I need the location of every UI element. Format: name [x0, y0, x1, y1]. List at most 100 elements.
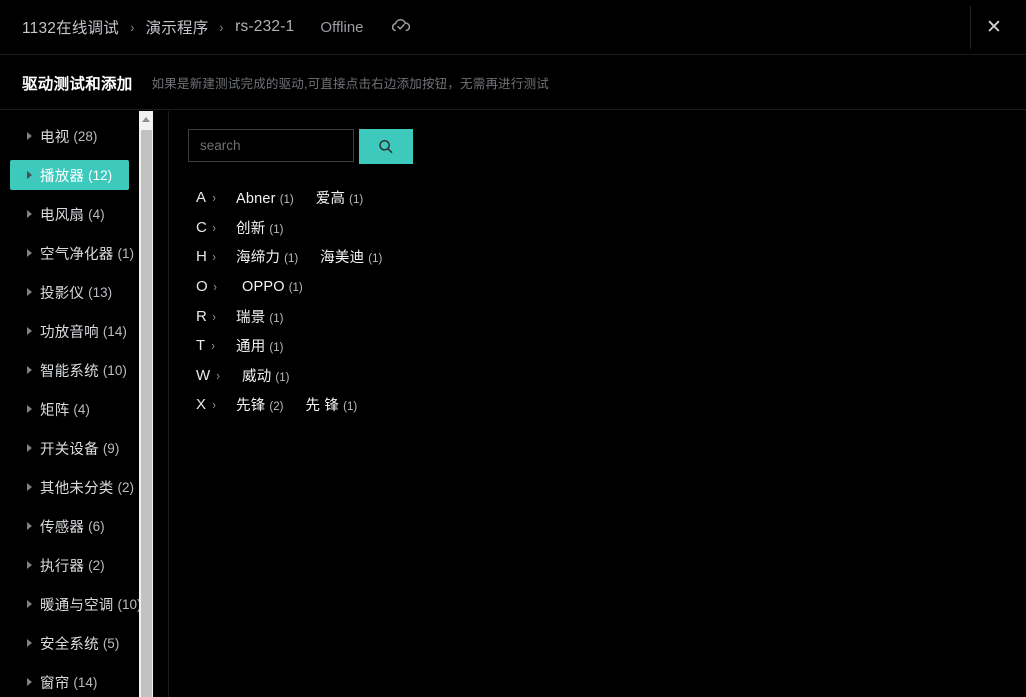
brand-letter-toggle[interactable]: A ›	[196, 189, 236, 206]
brand-panel: A›Abner(1)爱高(1)C›创新(1)H›海缔力(1)海美迪(1)O›OP…	[169, 111, 1026, 697]
sidebar-item-label: 播放器	[40, 168, 85, 185]
sidebar-item-6[interactable]: 智能系统 (10)	[10, 355, 129, 385]
brand-letter-toggle[interactable]: H ›	[196, 248, 236, 265]
section-header: 驱动测试和添加 如果是新建测试完成的驱动,可直接点击右边添加按钮，无需再进行测试	[0, 56, 1026, 110]
expand-triangle-icon	[27, 483, 32, 491]
chevron-right-icon: ›	[213, 279, 218, 295]
brand-count: (1)	[269, 342, 284, 355]
brand-name: 通用	[236, 339, 266, 356]
brand-letter: O	[196, 278, 209, 296]
brand-group-row: R › 瑞景 (1)	[169, 301, 1026, 331]
sidebar-item-label: 功放音响	[40, 324, 99, 341]
sidebar-item-0[interactable]: 电视 (28)	[10, 121, 129, 151]
expand-triangle-icon	[27, 522, 32, 530]
sidebar-item-4[interactable]: 投影仪 (13)	[10, 277, 129, 307]
sidebar-item-label: 开关设备	[40, 441, 99, 458]
expand-triangle-icon	[27, 678, 32, 686]
brand-item[interactable]: 海美迪 (1)	[320, 246, 382, 267]
expand-triangle-icon	[27, 639, 32, 647]
brand-count: (1)	[349, 194, 364, 207]
brand-items: 海缔力 (1) 海美迪 (1)	[236, 246, 404, 267]
brand-letter-toggle[interactable]: C ›	[196, 219, 236, 236]
brand-items: 瑞景 (1)	[236, 306, 305, 327]
brand-item[interactable]: 先 锋 (1)	[305, 394, 357, 415]
titlebar: 1132在线调试 › 演示程序 › rs-232-1 Offline ✕	[0, 0, 1026, 55]
sidebar-item-9[interactable]: 其他未分类 (2)	[10, 472, 134, 502]
sidebar-item-label: 安全系统	[40, 636, 99, 653]
sidebar-item-10[interactable]: 传感器 (6)	[10, 511, 129, 541]
brand-name: 海美迪	[320, 250, 365, 267]
sidebar-item-count: (12)	[88, 167, 113, 183]
connection-status: Offline	[320, 18, 364, 36]
brand-group-row: C › 创新 (1)	[169, 213, 1026, 243]
expand-triangle-icon	[27, 288, 32, 296]
sidebar-item-14[interactable]: 窗帘 (14)	[10, 667, 129, 697]
sidebar-item-count: (1)	[117, 245, 135, 261]
brand-group-row: X › 先锋 (2) 先 锋 (1)	[169, 390, 1026, 420]
search-icon	[377, 138, 395, 156]
sidebar-item-8[interactable]: 开关设备 (9)	[10, 433, 129, 463]
brand-letter-toggle[interactable]: O ›	[196, 278, 236, 295]
brand-item[interactable]: 通用 (1)	[236, 335, 283, 356]
brand-item[interactable]: OPPO (1)	[236, 279, 303, 295]
chevron-right-icon: ›	[212, 219, 217, 235]
sidebar-item-label: 电风扇	[40, 207, 85, 224]
sidebar-item-label: 空气净化器	[40, 246, 114, 263]
brand-letter-toggle[interactable]: W ›	[196, 367, 236, 384]
expand-triangle-icon	[27, 132, 32, 140]
brand-group-row: H › 海缔力 (1) 海美迪 (1)	[169, 242, 1026, 272]
sidebar-item-label: 投影仪	[40, 285, 85, 302]
brand-letter-toggle[interactable]: R ›	[196, 308, 236, 325]
breadcrumb-item-program[interactable]: 演示程序	[146, 16, 209, 38]
expand-triangle-icon	[27, 366, 32, 374]
sidebar-item-13[interactable]: 安全系统 (5)	[10, 628, 129, 658]
brand-count: (1)	[284, 253, 299, 266]
breadcrumb-item-project[interactable]: 1132在线调试	[22, 16, 119, 38]
sidebar-scrollbar-thumb[interactable]	[141, 130, 152, 697]
sidebar-item-count: (4)	[73, 401, 90, 417]
brand-item[interactable]: 先锋 (2)	[236, 394, 283, 415]
sidebar-item-count: (14)	[73, 674, 98, 690]
brand-item[interactable]: 威动 (1)	[236, 365, 289, 386]
brand-count: (2)	[269, 401, 284, 414]
scroll-up-arrow-icon[interactable]	[139, 111, 153, 128]
sidebar-item-7[interactable]: 矩阵 (4)	[10, 394, 129, 424]
expand-triangle-icon	[27, 171, 32, 179]
sidebar-item-12[interactable]: 暖通与空调 (10)	[10, 589, 142, 619]
breadcrumb-item-port[interactable]: rs-232-1	[235, 18, 294, 36]
brand-items: 通用 (1)	[236, 335, 305, 356]
sidebar-item-1[interactable]: 播放器 (12)	[10, 160, 129, 190]
sidebar-item-label: 电视	[40, 129, 70, 146]
brand-letter: W	[196, 366, 211, 384]
brand-count: (1)	[288, 281, 303, 294]
brand-count: (1)	[269, 312, 284, 325]
sidebar-item-11[interactable]: 执行器 (2)	[10, 550, 129, 580]
sidebar-item-3[interactable]: 空气净化器 (1)	[10, 238, 134, 268]
cloud-check-icon[interactable]	[390, 16, 412, 38]
brand-item[interactable]: Abner (1)	[236, 191, 294, 207]
breadcrumb-separator: ›	[219, 19, 224, 35]
search-button[interactable]	[359, 129, 413, 164]
close-button[interactable]: ✕	[970, 0, 1018, 54]
sidebar-item-count: (2)	[88, 557, 105, 573]
sidebar-item-label: 窗帘	[40, 675, 70, 692]
brand-count: (1)	[269, 223, 284, 236]
sidebar-item-label: 暖通与空调	[40, 597, 114, 614]
brand-letter: A	[196, 189, 207, 207]
brand-item[interactable]: 创新 (1)	[236, 217, 283, 238]
brand-letter-toggle[interactable]: X ›	[196, 396, 236, 413]
sidebar-item-label: 执行器	[40, 558, 85, 575]
chevron-right-icon: ›	[211, 190, 216, 206]
sidebar-item-5[interactable]: 功放音响 (14)	[10, 316, 129, 346]
brand-item[interactable]: 爱高 (1)	[316, 187, 363, 208]
search-input[interactable]	[188, 129, 354, 162]
brand-item[interactable]: 瑞景 (1)	[236, 306, 283, 327]
brand-letter-toggle[interactable]: T ›	[196, 337, 236, 354]
expand-triangle-icon	[27, 600, 32, 608]
brand-item[interactable]: 海缔力 (1)	[236, 246, 298, 267]
expand-triangle-icon	[27, 249, 32, 257]
sidebar-item-count: (2)	[117, 479, 135, 495]
chevron-right-icon: ›	[212, 249, 217, 265]
sidebar-item-2[interactable]: 电风扇 (4)	[10, 199, 129, 229]
brand-name: 威动	[242, 368, 272, 385]
